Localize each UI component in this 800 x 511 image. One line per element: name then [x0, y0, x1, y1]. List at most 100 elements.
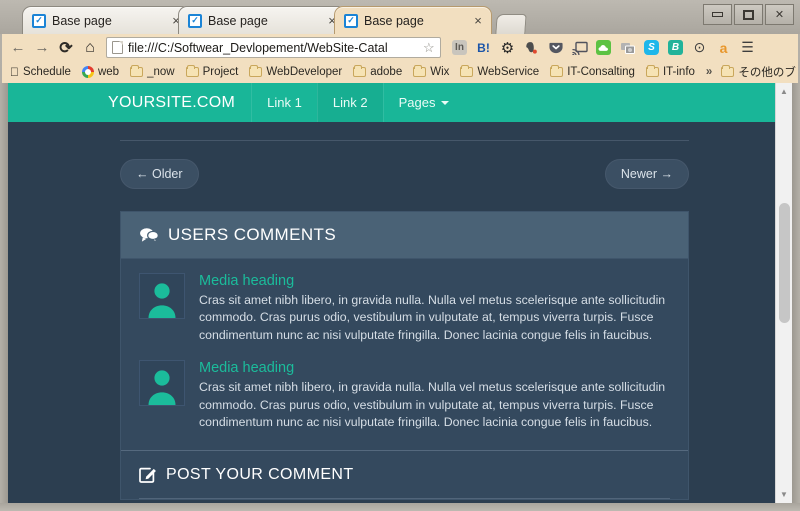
- bookmark-it-info[interactable]: IT-info: [645, 65, 695, 78]
- newer-button[interactable]: Newer →: [604, 159, 689, 189]
- bookmark-label: Project: [193, 66, 239, 78]
- forward-icon[interactable]: →: [30, 37, 54, 59]
- site-brand[interactable]: YOURSITE.COM: [108, 83, 251, 122]
- screenshot-glyph: [620, 42, 635, 54]
- browser-tab-2[interactable]: ✓ Base page ×: [178, 6, 346, 34]
- evernote-icon[interactable]: [520, 37, 543, 59]
- home-icon[interactable]: ⌂: [78, 37, 102, 59]
- web-page: YOURSITE.COM Link 1 Link 2 Pages ← Older…: [8, 83, 775, 503]
- bookmark-web[interactable]: web: [81, 66, 119, 78]
- nav-link-pages[interactable]: Pages: [382, 83, 465, 122]
- chromecast-glyph: [571, 41, 588, 55]
- url-text: file:///C:/Softwear_Devlopement/WebSite-…: [128, 40, 388, 55]
- bookmark-project[interactable]: Project: [185, 65, 239, 78]
- post-comment-heading: POST YOUR COMMENT: [121, 449, 688, 484]
- folder-icon: [130, 65, 144, 77]
- folder-icon: [550, 65, 564, 77]
- skype-icon[interactable]: S: [640, 37, 663, 59]
- folder-icon: [721, 65, 735, 77]
- bookmark-webservice[interactable]: WebService: [460, 65, 539, 78]
- extension-toolbar: In B! ⚙ S B ⊙ a ☰: [448, 37, 759, 59]
- chromecast-icon[interactable]: [568, 37, 591, 59]
- bookmark-label: adobe: [361, 66, 402, 78]
- page-document-icon: [112, 41, 123, 54]
- bookmark-other-bookmarks[interactable]: その他のブックマーク: [721, 64, 798, 80]
- address-bar[interactable]: file:///C:/Softwear_Devlopement/WebSite-…: [106, 37, 441, 58]
- bookmark-label: WebDeveloper: [257, 66, 342, 78]
- nav-link-1[interactable]: Link 1: [251, 83, 317, 122]
- nav-link-label: Link 1: [267, 95, 302, 110]
- comment-heading[interactable]: Media heading: [199, 360, 670, 376]
- older-button[interactable]: ← Older: [120, 159, 199, 189]
- content-divider: [120, 140, 689, 141]
- comment-heading[interactable]: Media heading: [199, 273, 670, 289]
- tab-close-icon[interactable]: ×: [471, 14, 485, 28]
- bookmark-schedule[interactable]:  Schedule: [10, 65, 71, 79]
- amazon-icon[interactable]: a: [712, 37, 735, 59]
- tab-title: Base page: [52, 13, 112, 28]
- window-border-right: [792, 83, 800, 503]
- page-scrollbar[interactable]: ▲ ▼: [775, 83, 792, 503]
- browser-tab-1[interactable]: ✓ Base page ×: [22, 6, 190, 34]
- window-controls: ✕: [703, 4, 794, 25]
- cloud-badge: [596, 40, 611, 55]
- tab-title: Base page: [364, 13, 424, 28]
- bookmark-adobe[interactable]: adobe: [353, 65, 402, 78]
- browser-toolbar: ← → ⟳ ⌂ file:///C:/Softwear_Devlopement/…: [2, 34, 798, 61]
- bookmark-star-icon[interactable]: ☆: [423, 40, 437, 56]
- tab-title: Base page: [208, 13, 268, 28]
- bookmark-label: _now: [138, 66, 175, 78]
- comment-text: Cras sit amet nibh libero, in gravida nu…: [199, 380, 666, 430]
- bookmarks-overflow-icon[interactable]: »: [706, 66, 712, 78]
- comments-icon: [140, 228, 159, 243]
- new-tab-button[interactable]: [495, 14, 527, 34]
- window-border-left: [0, 83, 8, 503]
- hatena-icon[interactable]: B!: [472, 37, 495, 59]
- scroll-up-icon[interactable]: ▲: [776, 83, 792, 100]
- bookmark-label: IT-Consalting: [558, 66, 635, 78]
- linkedin-icon[interactable]: In: [448, 37, 471, 59]
- bookmark-label: Wix: [421, 66, 449, 78]
- browser-tab-3-active[interactable]: ✓ Base page ×: [334, 6, 492, 34]
- maximize-button[interactable]: [734, 4, 763, 25]
- folder-icon: [645, 65, 659, 77]
- cloud-icon[interactable]: [592, 37, 615, 59]
- user-avatar-icon: [139, 360, 185, 407]
- screenshot-icon[interactable]: [616, 37, 639, 59]
- user-avatar-glyph: [148, 283, 176, 318]
- reload-icon[interactable]: ⟳: [54, 37, 78, 59]
- browser-window: ✓ Base page × ✓ Base page × ✓ Base page …: [0, 0, 800, 511]
- linkedin-badge: In: [452, 40, 467, 55]
- close-button[interactable]: ✕: [765, 4, 794, 25]
- users-comments-panel: USERS COMMENTS Media heading Cras sit am…: [120, 211, 689, 500]
- scrollbar-thumb[interactable]: [779, 203, 790, 323]
- skype-badge: S: [644, 40, 659, 55]
- cloud-glyph: [598, 44, 608, 51]
- menu-icon[interactable]: ☰: [736, 37, 759, 59]
- scroll-down-icon[interactable]: ▼: [776, 486, 792, 503]
- tab-strip: ✓ Base page × ✓ Base page × ✓ Base page …: [0, 0, 800, 34]
- edit-square-icon: [139, 467, 156, 483]
- check-shield-icon: ✓: [344, 13, 358, 28]
- comment-item: Media heading Cras sit amet nibh libero,…: [121, 259, 688, 346]
- comment-item: Media heading Cras sit amet nibh libero,…: [121, 346, 688, 433]
- record-icon[interactable]: ⊙: [688, 37, 711, 59]
- pocket-glyph: [548, 42, 563, 54]
- apple-icon: : [10, 65, 19, 79]
- panel-heading: USERS COMMENTS: [121, 212, 688, 259]
- bookmark-label: Schedule: [14, 66, 71, 78]
- minimize-button[interactable]: [703, 4, 732, 25]
- gear-icon[interactable]: ⚙: [496, 37, 519, 59]
- bookmark-label: その他のブックマーク: [729, 67, 798, 79]
- pocket-icon[interactable]: [544, 37, 567, 59]
- bookmark-now[interactable]: _now: [130, 65, 175, 78]
- nav-link-2[interactable]: Link 2: [316, 83, 383, 122]
- bookmark-webdeveloper[interactable]: WebDeveloper: [249, 65, 342, 78]
- bookmark-wix[interactable]: Wix: [413, 65, 449, 78]
- folder-icon: [413, 65, 427, 77]
- folder-icon: [353, 65, 367, 77]
- bitly-icon[interactable]: B: [664, 37, 687, 59]
- comment-body: Media heading Cras sit amet nibh libero,…: [199, 360, 670, 431]
- back-icon[interactable]: ←: [6, 37, 30, 59]
- bookmark-it-consalting[interactable]: IT-Consalting: [550, 65, 635, 78]
